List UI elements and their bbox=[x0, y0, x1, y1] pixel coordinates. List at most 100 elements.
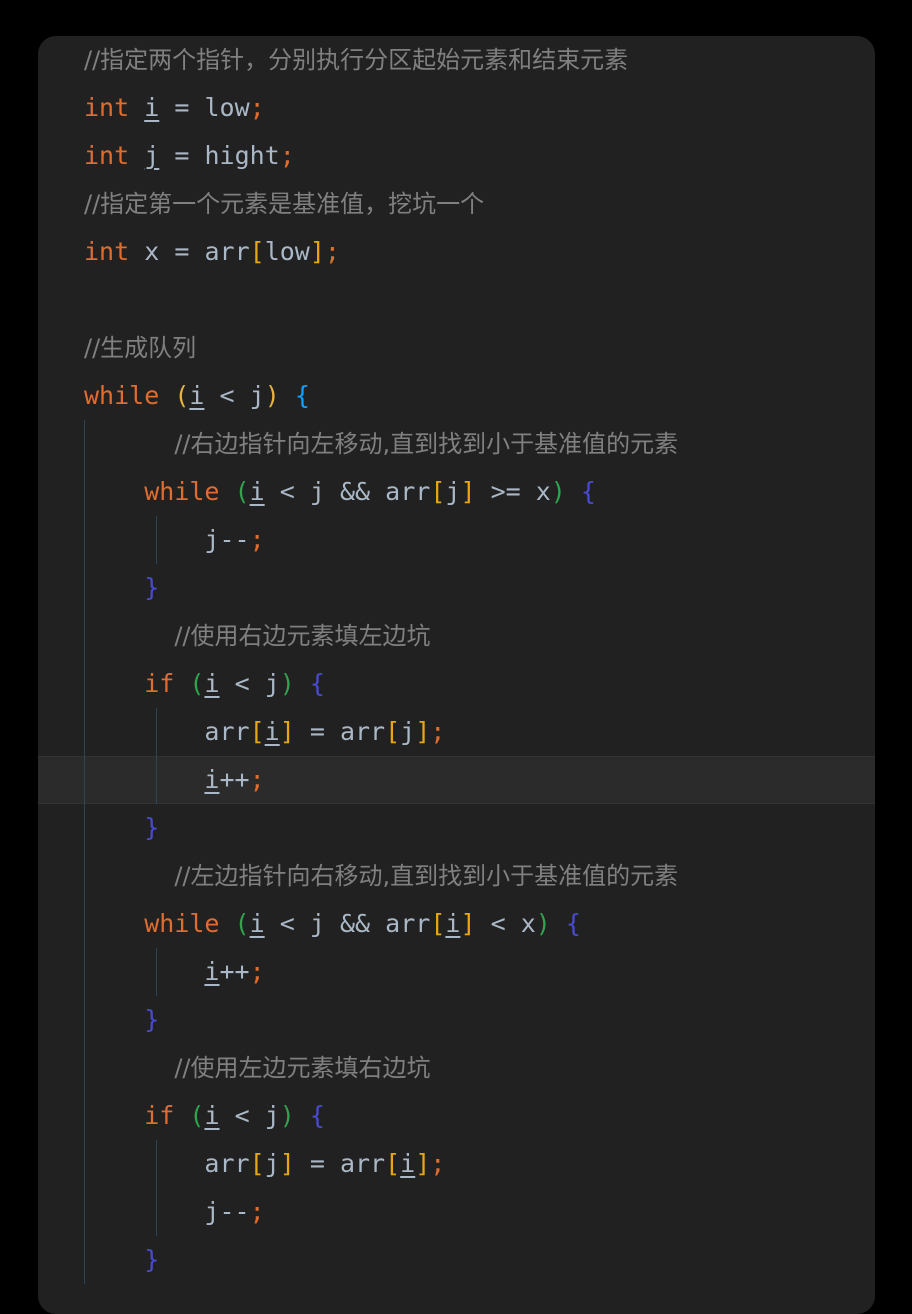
identifier-arr: arr bbox=[339, 717, 386, 746]
comment-text: //使用右边元素填左边坑 bbox=[174, 622, 431, 650]
semicolon: ; bbox=[279, 141, 295, 170]
operator-lt: < bbox=[234, 669, 250, 698]
code-line[interactable]: while (i < j && arr[i] < x) { bbox=[38, 900, 875, 948]
operator-increment: ++ bbox=[219, 765, 250, 794]
brace-open: { bbox=[565, 909, 581, 938]
code-line[interactable]: //右边指针向左移动,直到找到小于基准值的元素 bbox=[38, 420, 875, 468]
keyword-if: if bbox=[144, 669, 175, 698]
operator-assign: = bbox=[174, 93, 190, 122]
code-line-current[interactable]: i++; bbox=[38, 756, 875, 804]
indent-guide bbox=[84, 1044, 85, 1092]
semicolon: ; bbox=[430, 1149, 446, 1178]
brace-close: } bbox=[144, 1005, 160, 1034]
brace-open: { bbox=[580, 477, 596, 506]
indent-guide bbox=[156, 948, 157, 996]
paren-open: ( bbox=[189, 1101, 205, 1130]
indent-guide bbox=[84, 996, 85, 1044]
brace-close: } bbox=[144, 1245, 160, 1274]
operator-decrement: -- bbox=[219, 525, 250, 554]
code-editor-body[interactable]: //指定两个指针，分别执行分区起始元素和结束元素 int i = low; in… bbox=[38, 36, 875, 1284]
operator-lt: < bbox=[219, 381, 235, 410]
code-line[interactable]: } bbox=[38, 996, 875, 1044]
paren-open: ( bbox=[174, 381, 190, 410]
identifier-j: j bbox=[204, 525, 220, 554]
semicolon: ; bbox=[249, 525, 265, 554]
bracket-open: [ bbox=[249, 237, 265, 266]
brace-open: { bbox=[309, 1101, 325, 1130]
code-line-blank[interactable] bbox=[38, 276, 875, 324]
code-line[interactable]: arr[j] = arr[i]; bbox=[38, 1140, 875, 1188]
bracket-close: ] bbox=[415, 717, 431, 746]
indent-guide bbox=[84, 756, 85, 804]
indent-guide bbox=[156, 516, 157, 564]
keyword-if: if bbox=[144, 1101, 175, 1130]
bracket-close: ] bbox=[309, 237, 325, 266]
code-line[interactable]: } bbox=[38, 804, 875, 852]
brace-close: } bbox=[144, 813, 160, 842]
code-line[interactable]: while (i < j && arr[j] >= x) { bbox=[38, 468, 875, 516]
bracket-close: ] bbox=[415, 1149, 431, 1178]
code-line[interactable]: int i = low; bbox=[38, 84, 875, 132]
code-line[interactable]: } bbox=[38, 1236, 875, 1284]
code-line[interactable]: if (i < j) { bbox=[38, 1092, 875, 1140]
identifier-arr: arr bbox=[339, 1149, 386, 1178]
operator-decrement: -- bbox=[219, 1197, 250, 1226]
code-line[interactable]: int x = arr[low]; bbox=[38, 228, 875, 276]
bracket-open: [ bbox=[385, 717, 401, 746]
code-line[interactable]: arr[i] = arr[j]; bbox=[38, 708, 875, 756]
code-line[interactable]: j--; bbox=[38, 1188, 875, 1236]
indent-guide bbox=[156, 1140, 157, 1188]
identifier-x: x bbox=[520, 909, 536, 938]
indent-guide bbox=[84, 948, 85, 996]
identifier-j: j bbox=[249, 381, 265, 410]
code-line[interactable]: while (i < j) { bbox=[38, 372, 875, 420]
identifier-j: j bbox=[264, 1149, 280, 1178]
indent-guide bbox=[84, 900, 85, 948]
paren-open: ( bbox=[234, 909, 250, 938]
code-line[interactable]: //生成队列 bbox=[38, 324, 875, 372]
identifier-low: low bbox=[264, 237, 310, 266]
operator-gte: >= bbox=[490, 477, 521, 506]
operator-lt: < bbox=[234, 1101, 250, 1130]
indent-guide bbox=[84, 516, 85, 564]
bracket-open: [ bbox=[249, 1149, 265, 1178]
operator-assign: = bbox=[309, 1149, 325, 1178]
identifier-arr: arr bbox=[385, 477, 431, 506]
code-line[interactable]: i++; bbox=[38, 948, 875, 996]
code-line[interactable]: int j = hight; bbox=[38, 132, 875, 180]
identifier-j: j bbox=[204, 1197, 220, 1226]
indent-guide bbox=[156, 708, 157, 756]
identifier-j: j bbox=[309, 909, 325, 938]
code-line[interactable]: if (i < j) { bbox=[38, 660, 875, 708]
code-line[interactable]: j--; bbox=[38, 516, 875, 564]
code-line[interactable]: //使用右边元素填左边坑 bbox=[38, 612, 875, 660]
identifier-i: i bbox=[445, 909, 461, 938]
code-line[interactable]: //指定两个指针，分别执行分区起始元素和结束元素 bbox=[38, 36, 875, 84]
operator-lt: < bbox=[490, 909, 506, 938]
code-line[interactable]: } bbox=[38, 564, 875, 612]
code-line[interactable]: //指定第一个元素是基准值，挖坑一个 bbox=[38, 180, 875, 228]
bracket-open: [ bbox=[249, 717, 265, 746]
keyword-int: int bbox=[84, 237, 130, 266]
indent-guide bbox=[84, 1140, 85, 1188]
indent-guide bbox=[84, 1236, 85, 1284]
code-line[interactable]: //左边指针向右移动,直到找到小于基准值的元素 bbox=[38, 852, 875, 900]
semicolon: ; bbox=[324, 237, 340, 266]
identifier-arr: arr bbox=[204, 717, 250, 746]
keyword-int: int bbox=[84, 141, 130, 170]
comment-text: //右边指针向左移动,直到找到小于基准值的元素 bbox=[174, 430, 679, 458]
bracket-close: ] bbox=[279, 717, 295, 746]
indent-guide bbox=[156, 756, 157, 804]
code-line[interactable]: //使用左边元素填右边坑 bbox=[38, 1044, 875, 1092]
identifier-i: i bbox=[204, 957, 220, 986]
bracket-close: ] bbox=[460, 477, 476, 506]
semicolon: ; bbox=[430, 717, 446, 746]
indent-guide bbox=[84, 660, 85, 708]
indent-guide bbox=[84, 564, 85, 612]
identifier-hight: hight bbox=[204, 141, 280, 170]
paren-close: ) bbox=[264, 381, 280, 410]
bracket-open: [ bbox=[430, 477, 446, 506]
bracket-open: [ bbox=[385, 1149, 401, 1178]
operator-increment: ++ bbox=[219, 957, 250, 986]
bracket-close: ] bbox=[460, 909, 476, 938]
